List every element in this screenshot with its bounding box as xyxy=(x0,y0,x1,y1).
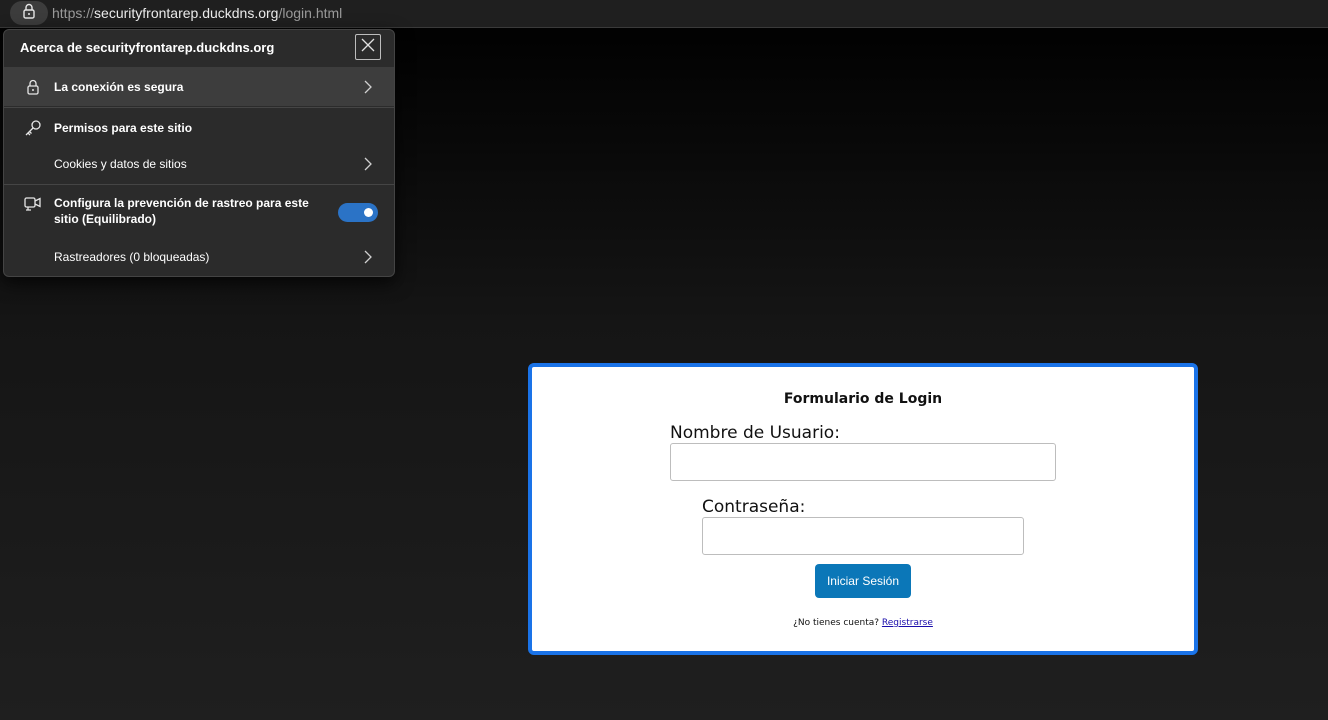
password-label: Contraseña: xyxy=(702,497,806,517)
trackers-item[interactable]: Rastreadores (0 bloqueadas) xyxy=(4,245,394,269)
close-button[interactable] xyxy=(355,34,381,60)
connection-secure-item[interactable]: La conexión es segura xyxy=(4,67,394,106)
username-label: Nombre de Usuario: xyxy=(670,423,840,443)
username-input[interactable] xyxy=(670,443,1056,481)
tracking-camera-icon xyxy=(24,195,42,213)
login-form-title: Formulario de Login xyxy=(783,391,943,407)
signup-link[interactable]: Registrarse xyxy=(882,618,933,628)
permissions-label: Permisos para este sitio xyxy=(54,121,193,135)
chevron-right-icon xyxy=(362,79,374,95)
divider xyxy=(4,107,394,108)
tracking-prevention-item: Configura la prevención de rastreo para … xyxy=(4,195,394,231)
signup-prompt-text: ¿No tienes cuenta? xyxy=(793,618,880,628)
chevron-right-icon xyxy=(362,249,374,265)
tracking-prevention-label: Configura la prevención de rastreo para … xyxy=(54,196,309,226)
url-host: securityfrontarep.duckdns.org xyxy=(94,5,279,21)
lock-icon xyxy=(24,78,42,96)
close-icon xyxy=(361,38,375,57)
password-input[interactable] xyxy=(702,517,1024,555)
url-path: /login.html xyxy=(278,5,343,21)
site-info-flyout: Acerca de securityfrontarep.duckdns.org … xyxy=(3,29,395,277)
url-protocol: https:// xyxy=(52,5,95,21)
flyout-title: Acerca de securityfrontarep.duckdns.org xyxy=(20,40,275,55)
lock-icon xyxy=(22,3,36,24)
tracking-prevention-toggle[interactable] xyxy=(338,203,378,222)
key-icon xyxy=(24,119,42,137)
site-info-button[interactable] xyxy=(10,1,48,25)
chevron-right-icon xyxy=(362,156,374,172)
login-button[interactable]: Iniciar Sesión xyxy=(815,564,911,598)
url-field[interactable]: https://securityfrontarep.duckdns.org/lo… xyxy=(52,5,342,21)
cookies-label: Cookies y datos de sitios xyxy=(54,157,187,171)
divider xyxy=(4,184,394,185)
trackers-label: Rastreadores (0 bloqueadas) xyxy=(54,250,210,264)
permissions-header: Permisos para este sitio xyxy=(4,116,394,140)
login-form-card: Formulario de Login Nombre de Usuario: C… xyxy=(528,363,1198,655)
signup-prompt: ¿No tienes cuenta? Registrarse xyxy=(532,618,1194,628)
address-bar: https://securityfrontarep.duckdns.org/lo… xyxy=(0,0,1328,28)
toggle-knob xyxy=(364,208,373,217)
cookies-item[interactable]: Cookies y datos de sitios xyxy=(4,152,394,176)
connection-secure-label: La conexión es segura xyxy=(54,79,184,94)
